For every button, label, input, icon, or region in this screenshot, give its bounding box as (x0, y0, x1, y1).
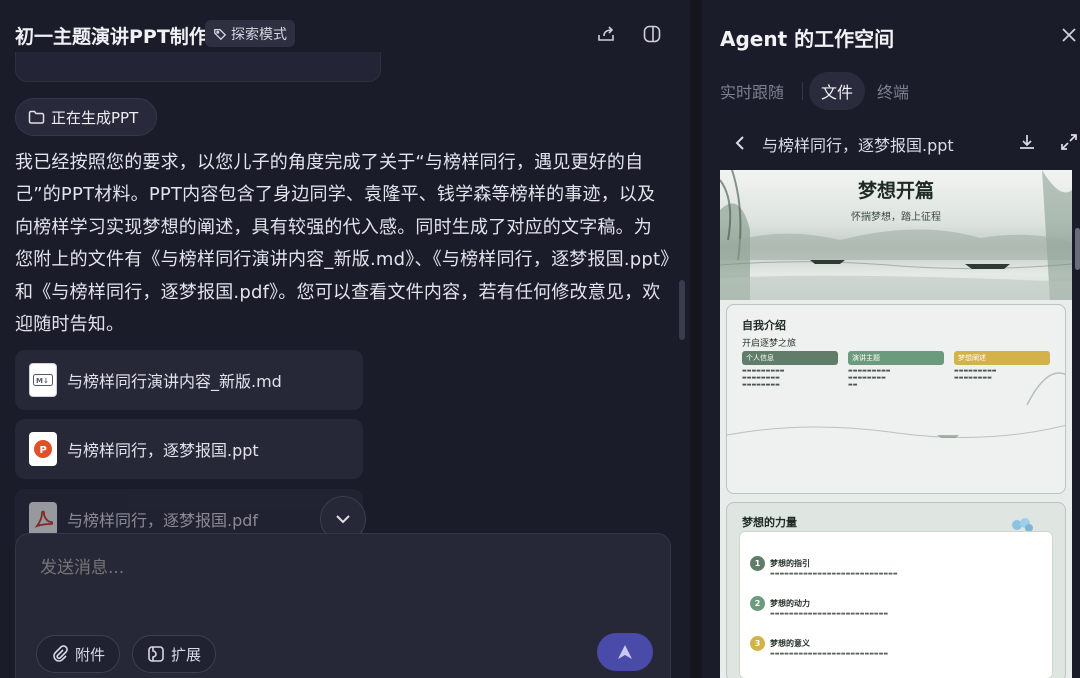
attach-label: 附件 (75, 645, 106, 664)
open-file-name: 与榜样同行，逐梦报国.ppt (762, 136, 954, 155)
markdown-file-icon: M↓ (29, 363, 57, 397)
download-button[interactable] (1016, 131, 1038, 153)
attach-button[interactable]: 附件 (36, 635, 121, 673)
sidebar-toggle-button[interactable] (640, 22, 664, 46)
tab-terminal[interactable]: 终端 (865, 72, 921, 110)
back-button[interactable] (730, 133, 750, 153)
file-attachment-ppt[interactable]: P 与榜样同行，逐梦报国.ppt (15, 419, 363, 479)
share-icon (598, 26, 614, 41)
pdf-file-icon (29, 502, 57, 536)
paperclip-icon (53, 645, 68, 662)
svg-text:M↓: M↓ (36, 377, 49, 385)
slide2-column: 个人信息 ▬▬▬▬▬▬▬▬▬ ▬▬▬▬▬▬▬▬ ▬▬▬▬▬▬▬▬ (742, 351, 838, 389)
chevron-left-icon (735, 136, 744, 150)
slide2-heading: 自我介绍 (742, 319, 786, 332)
slide3-item-text-lines: ▬▬▬▬▬▬▬▬▬▬▬▬▬▬▬▬▬▬▬▬▬▬▬▬▬ (770, 611, 889, 617)
slide-cover: 梦想开篇 怀揣梦想，踏上征程 (720, 170, 1072, 300)
download-icon (1020, 135, 1034, 149)
previous-message-card (15, 52, 381, 82)
slide1-subtitle: 怀揣梦想，踏上征程 (851, 212, 941, 223)
file-name: 与榜样同行，逐梦报国.pdf (67, 511, 259, 530)
slide2-background-decoration (727, 372, 1065, 438)
tab-live-follow[interactable]: 实时跟随 (720, 72, 796, 110)
slide2-column: 演讲主题 ▬▬▬▬▬▬▬▬▬ ▬▬▬▬▬▬▬▬ ▬▬ (848, 351, 944, 389)
send-arrow-icon (618, 645, 632, 659)
status-chip-label: 正在生成PPT (51, 108, 139, 127)
assistant-reply: 我已经按照您的要求，以您儿子的角度完成了关于“与榜样同行，遇见更好的自己”的PP… (15, 152, 670, 336)
slide3-item-title: 梦想的动力 (770, 599, 810, 608)
send-button[interactable] (597, 633, 653, 671)
slide2-column: 梦想阐述 ▬▬▬▬▬▬▬▬▬ ▬▬▬▬▬▬▬▬ (954, 351, 1050, 382)
chat-title: 初一主题演讲PPT制作 (15, 26, 208, 48)
workspace-title: Agent 的工作空间 (720, 27, 895, 51)
slide2-column-text-lines: ▬▬▬▬▬▬▬▬▬ ▬▬▬▬▬▬▬▬ (954, 368, 997, 381)
slide-power-of-dreams: 梦想的力量 1 梦想的指引 ▬▬▬▬▬▬▬▬▬▬▬▬▬▬▬▬▬▬▬▬▬▬▬▬▬▬… (726, 502, 1066, 678)
status-chip[interactable]: 正在生成PPT (15, 98, 158, 136)
file-attachment-md[interactable]: M↓ 与榜样同行演讲内容_新版.md (15, 350, 363, 410)
close-icon (1062, 28, 1076, 42)
tag-icon (214, 28, 227, 40)
slide1-title: 梦想开篇 (857, 180, 934, 202)
slide3-item-number: 3 (750, 636, 765, 651)
svg-text:P: P (40, 445, 47, 456)
slide3-item-title: 梦想的意义 (770, 639, 810, 648)
slide3-heading: 梦想的力量 (742, 516, 797, 529)
slide3-item-text-lines: ▬▬▬▬▬▬▬▬▬▬▬▬▬▬▬▬▬▬▬▬▬▬▬▬▬▬▬ (770, 571, 898, 577)
tab-files[interactable]: 文件 (809, 72, 866, 110)
ppt-file-icon: P (29, 432, 57, 466)
folder-icon (28, 110, 45, 124)
slide3-item-number: 2 (750, 596, 765, 611)
close-button[interactable] (1058, 24, 1080, 46)
pane-divider[interactable] (690, 0, 702, 678)
chat-pane: 初一主题演讲PPT制作 探索模式 正在生成PPT 我已经按照您的要求，以您儿子的… (0, 0, 690, 678)
fullscreen-button[interactable] (1058, 131, 1080, 153)
slide-self-intro: 自我介绍 开启逐梦之旅 个人信息 ▬▬▬▬▬▬▬▬▬ ▬▬▬▬▬▬▬▬ ▬▬▬▬▬▬… (726, 304, 1066, 494)
expand-button[interactable]: 扩展 (132, 635, 217, 673)
slide2-column-label: 梦想阐述 (954, 351, 1050, 365)
slide2-column-text-lines: ▬▬▬▬▬▬▬▬▬ ▬▬▬▬▬▬▬▬ ▬▬ (848, 368, 891, 388)
slide2-column-text-lines: ▬▬▬▬▬▬▬▬▬ ▬▬▬▬▬▬▬▬ ▬▬▬▬▬▬▬▬ (742, 368, 785, 388)
preview-scrollbar[interactable] (1075, 228, 1080, 270)
slide2-column-label: 演讲主题 (848, 351, 944, 365)
slide3-item-number: 1 (750, 556, 765, 571)
file-name: 与榜样同行，逐梦报国.ppt (67, 441, 259, 460)
expand-arrows-icon (1061, 134, 1077, 150)
sidebar-toggle-icon (643, 25, 661, 43)
ppt-preview[interactable]: 梦想开篇 怀揣梦想，踏上征程 自我介绍 开启逐梦之旅 个人信息 ▬▬▬▬▬▬▬▬… (720, 170, 1072, 678)
workspace-tabs: 实时跟随 文件 终端 (720, 72, 921, 110)
workspace-pane: Agent 的工作空间 实时跟随 文件 终端 与榜样同行，逐梦报国.ppt 梦想… (702, 0, 1080, 678)
slide3-item-text-lines: ▬▬▬▬▬▬▬▬▬▬▬▬▬▬▬▬▬▬▬▬▬▬▬▬▬ (770, 651, 889, 657)
mode-badge[interactable]: 探索模式 (205, 20, 295, 47)
slide2-subheading: 开启逐梦之旅 (742, 339, 797, 349)
mode-badge-label: 探索模式 (231, 26, 287, 43)
extension-icon (148, 646, 164, 662)
share-button[interactable] (594, 22, 618, 46)
slide3-item-title: 梦想的指引 (770, 559, 810, 568)
slide2-column-label: 个人信息 (742, 351, 838, 365)
expand-label: 扩展 (171, 645, 202, 664)
file-name: 与榜样同行演讲内容_新版.md (67, 372, 282, 391)
tab-divider (802, 82, 804, 100)
chevron-down-icon (336, 515, 350, 524)
file-viewer-bar: 与榜样同行，逐梦报国.ppt (702, 125, 1080, 161)
chat-scrollbar[interactable] (679, 280, 685, 340)
slide3-content-card: 1 梦想的指引 ▬▬▬▬▬▬▬▬▬▬▬▬▬▬▬▬▬▬▬▬▬▬▬▬▬▬▬ 2 梦想… (739, 531, 1053, 678)
message-composer: 附件 扩展 (15, 533, 671, 678)
message-input[interactable] (40, 558, 600, 578)
